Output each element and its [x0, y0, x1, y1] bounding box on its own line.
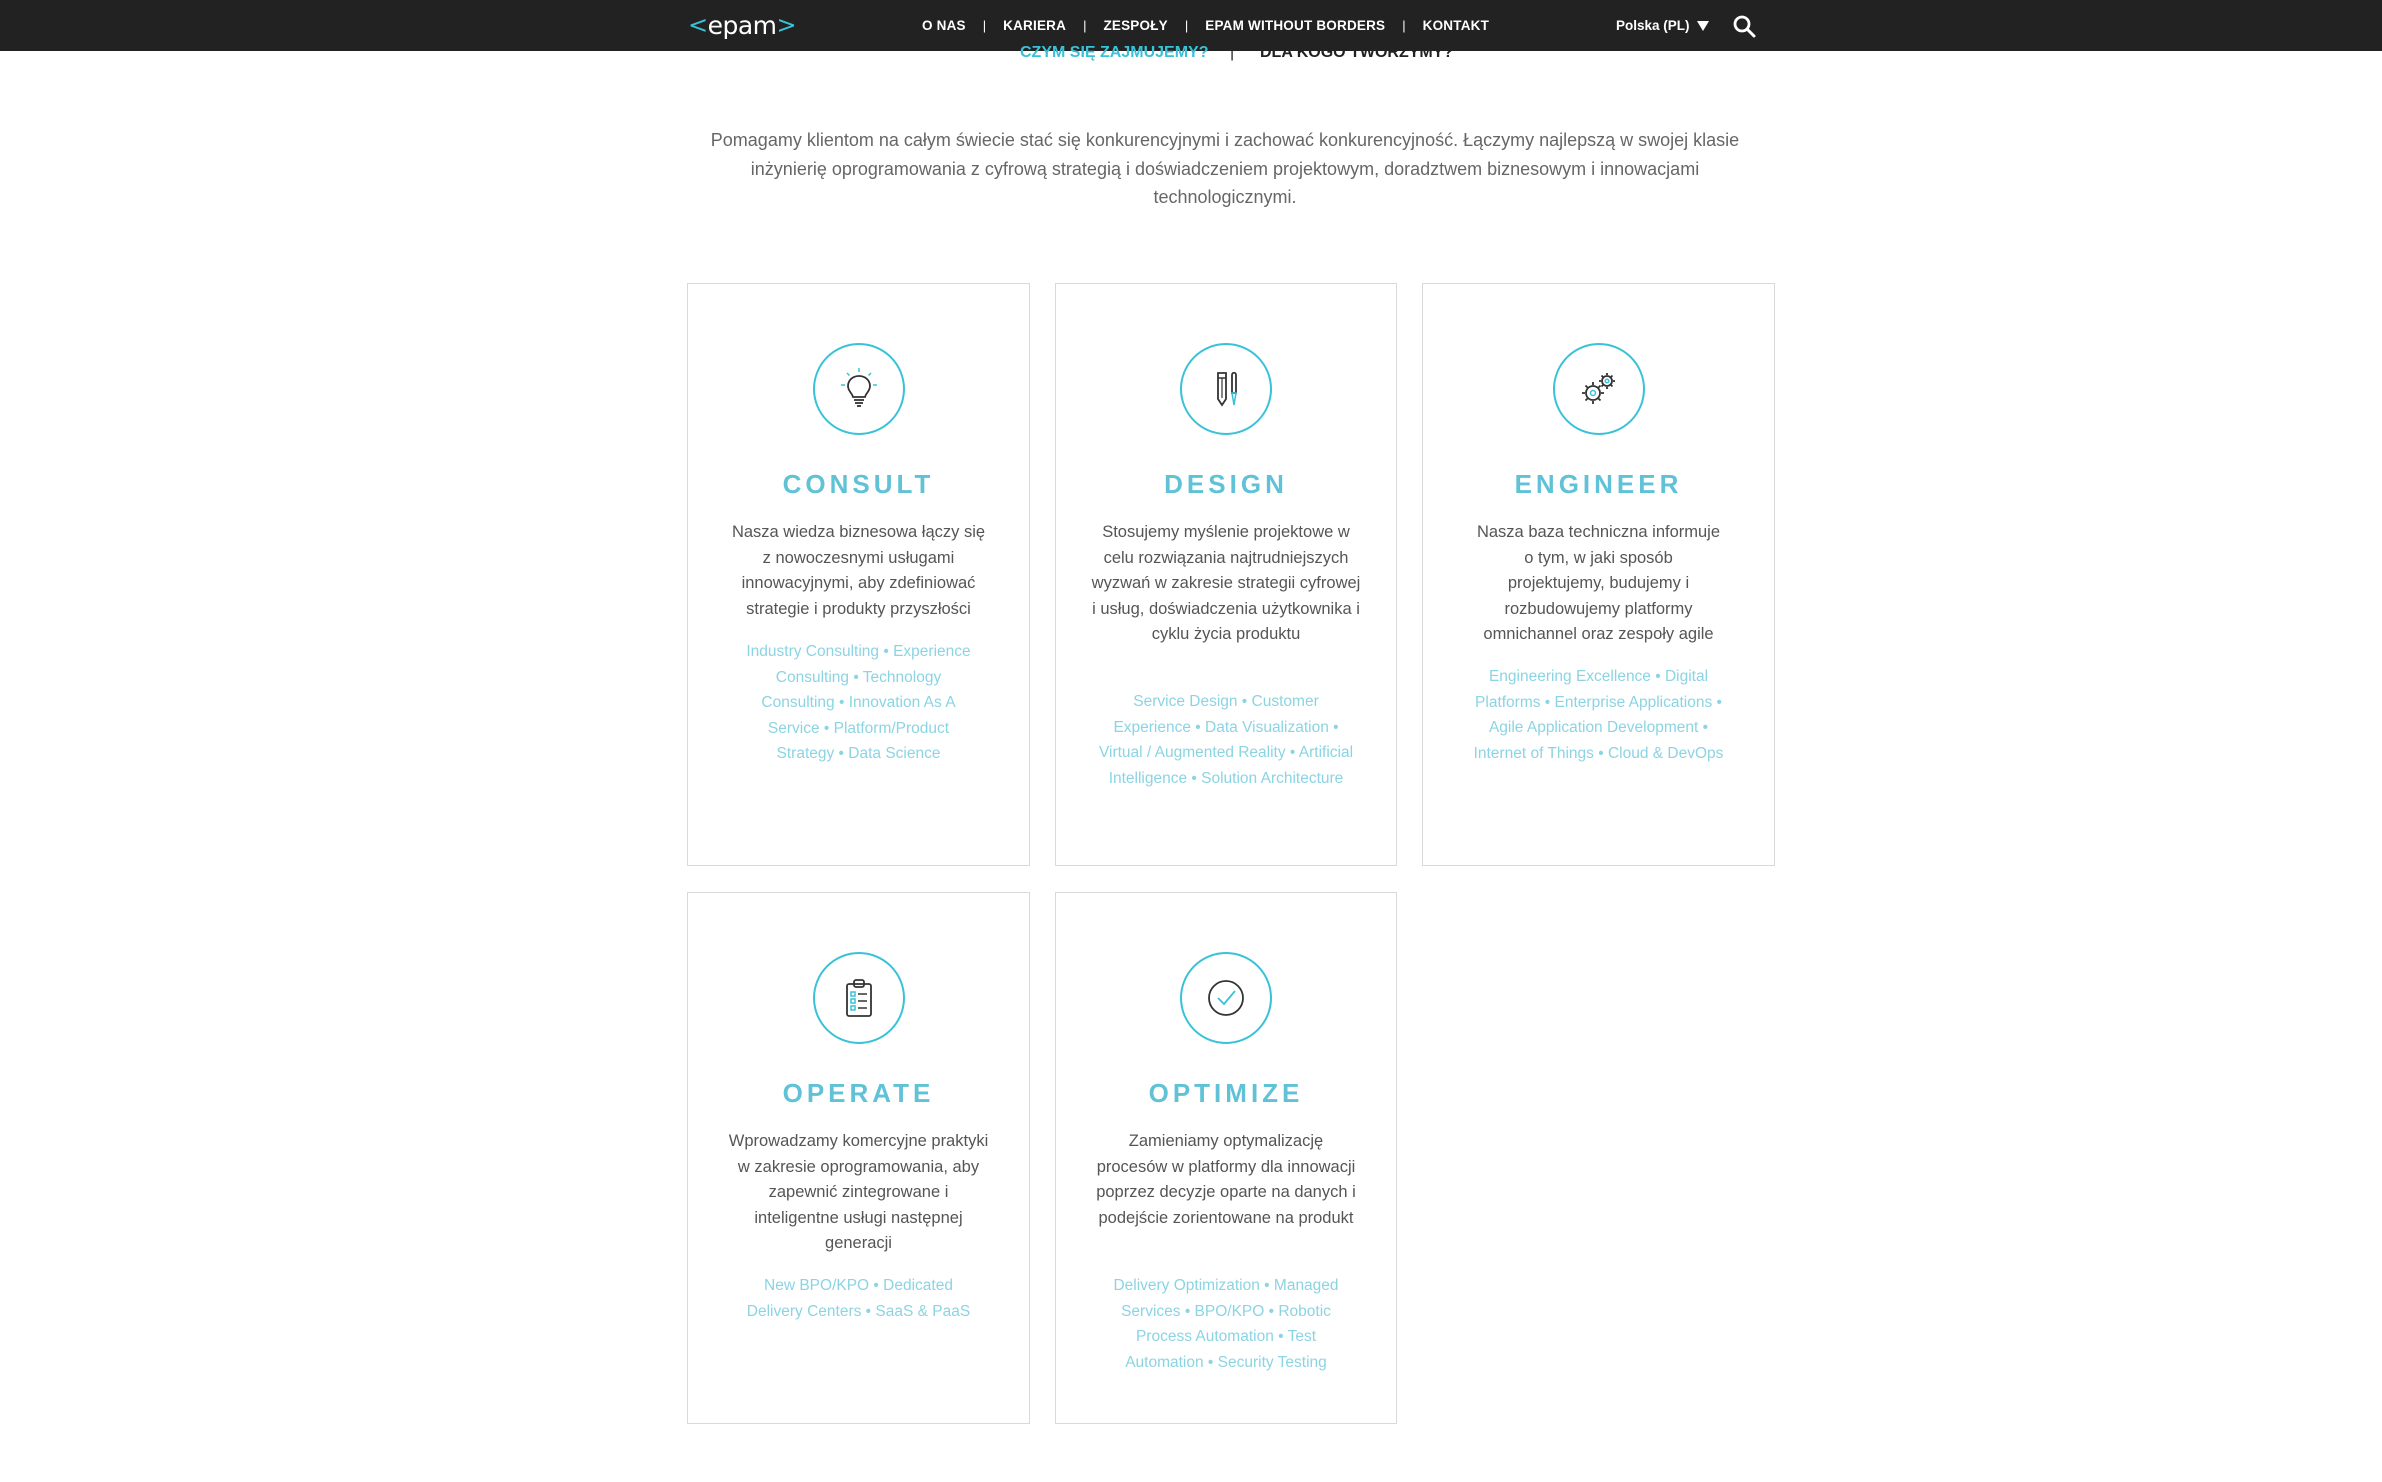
- intro-paragraph: Pomagamy klientom na całym świecie stać …: [710, 130, 1740, 207]
- card-tags[interactable]: Engineering Excellence • Digital Platfor…: [1461, 664, 1736, 766]
- nav-item-zespoly[interactable]: ZESPOŁY: [1103, 18, 1167, 33]
- icon-circle: [1180, 952, 1272, 1044]
- service-card-consult[interactable]: CONSULT Nasza wiedza biznesowa łączy się…: [687, 283, 1030, 866]
- logo-bracket-left: <: [688, 11, 708, 39]
- tab-separator: |: [1230, 44, 1235, 61]
- nav-separator: |: [1083, 18, 1087, 33]
- gears-icon: [1581, 373, 1615, 404]
- service-card-design[interactable]: DESIGN Stosujemy myślenie projektowe w c…: [1055, 283, 1397, 866]
- logo-bracket-right: >: [776, 11, 797, 39]
- card-title: ENGINEER: [1514, 469, 1683, 499]
- icon-circle: [812, 343, 905, 435]
- tab-dla-kogo-tworzymy[interactable]: DLA KOGO TWORZYMY?: [1260, 44, 1453, 62]
- nav-separator: |: [1402, 18, 1406, 33]
- tab-czym-sie-zajmujemy[interactable]: CZYM SIĘ ZAJMUJEMY?: [1020, 44, 1208, 62]
- service-card-engineer[interactable]: ENGINEER Nasza baza techniczna informuje…: [1422, 283, 1775, 866]
- card-description: Nasza wiedza biznesowa łączy się z nowoc…: [731, 523, 986, 618]
- checkmark-circle-icon: [1208, 980, 1244, 1016]
- icon-circle: [1180, 343, 1272, 435]
- service-card-operate[interactable]: OPERATE Wprowadzamy komercyjne praktyki …: [687, 892, 1030, 1424]
- lightbulb-icon: [840, 368, 877, 407]
- card-description: Stosujemy myślenie projektowe w celu roz…: [1091, 523, 1361, 643]
- nav-item-kariera[interactable]: KARIERA: [1003, 18, 1066, 33]
- nav-item-kontakt[interactable]: KONTAKT: [1423, 18, 1489, 33]
- nav-separator: |: [982, 18, 987, 33]
- card-description: Wprowadzamy komercyjne praktyki w zakres…: [728, 1132, 989, 1252]
- pencil-pen-icon: [1217, 371, 1237, 407]
- card-title: CONSULT: [782, 469, 935, 499]
- nav-item-o-nas[interactable]: O NAS: [922, 18, 966, 33]
- card-tags[interactable]: Industry Consulting • Experience Consult…: [743, 639, 975, 767]
- icon-circle: [812, 952, 905, 1044]
- language-label: Polska (PL): [1616, 18, 1690, 33]
- card-tags[interactable]: Delivery Optimization • Managed Services…: [1105, 1273, 1347, 1375]
- nav-item-epam-without-borders[interactable]: EPAM WITHOUT BORDERS: [1205, 18, 1385, 33]
- section-tabs: CZYM SIĘ ZAJMUJEMY? | DLA KOGO TWORZYMY?: [0, 44, 2382, 70]
- card-title: OPERATE: [782, 1078, 935, 1108]
- epam-logo[interactable]: < epam >: [688, 8, 797, 42]
- card-tags[interactable]: Service Design • Customer Experience • D…: [1096, 689, 1356, 791]
- card-title: DESIGN: [1164, 469, 1288, 499]
- logo-text: epam: [707, 10, 777, 40]
- card-tags[interactable]: New BPO/KPO • Dedicated Delivery Centers…: [741, 1273, 976, 1324]
- card-title: OPTIMIZE: [1148, 1078, 1304, 1108]
- nav-separator: |: [1184, 18, 1189, 33]
- service-card-optimize[interactable]: OPTIMIZE Zamieniamy optymalizację proces…: [1055, 892, 1397, 1424]
- icon-circle: [1552, 343, 1645, 435]
- search-icon[interactable]: [1732, 14, 1756, 38]
- card-description: Zamieniamy optymalizację procesów w plat…: [1096, 1132, 1356, 1227]
- caret-down-icon: [1696, 20, 1709, 31]
- card-description: Nasza baza techniczna informuje o tym, w…: [1476, 523, 1721, 643]
- clipboard-icon: [845, 979, 872, 1017]
